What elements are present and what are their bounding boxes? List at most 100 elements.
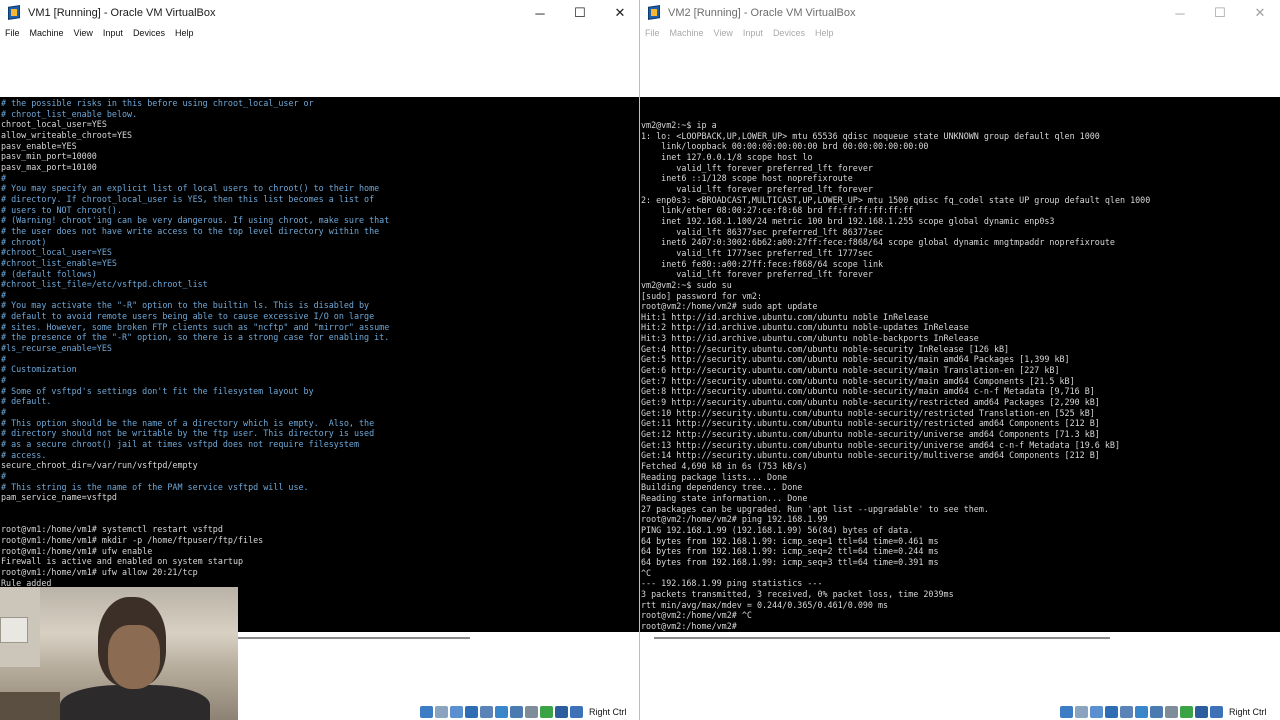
menu-help[interactable]: Help — [810, 26, 839, 40]
terminal-line: link/ether 08:00:27:ce:f8:68 brd ff:ff:f… — [641, 205, 914, 216]
hard-disk-icon[interactable] — [1060, 705, 1073, 718]
menu-devices[interactable]: Devices — [128, 26, 170, 40]
usb-icon[interactable] — [480, 705, 493, 718]
hard-disk-icon[interactable] — [420, 705, 433, 718]
terminal-line: --- 192.168.1.99 ping statistics --- — [641, 578, 823, 589]
terminal-line: valid_lft 1777sec preferred_lft 1777sec — [641, 247, 873, 258]
close-icon[interactable]: ✕ — [600, 0, 639, 26]
vm2-status-icons — [1060, 705, 1225, 718]
terminal-line: Get:6 http://security.ubuntu.com/ubuntu … — [641, 365, 1060, 376]
terminal-line: root@vm1:/home/vm1# ufw allow 20:21/tcp — [1, 566, 198, 577]
vm1-host-key[interactable]: Right Ctrl — [589, 707, 627, 717]
vm2-statusbar: Right Ctrl — [1060, 703, 1267, 720]
terminal-line: pasv_min_port=10000 — [1, 151, 97, 162]
cpu-icon[interactable] — [1180, 705, 1193, 718]
terminal-line: valid_lft forever preferred_lft forever — [641, 269, 873, 280]
vm1-horizontal-scrollbar[interactable] — [238, 637, 470, 639]
terminal-line: #chroot_list_file=/etc/vsftpd.chroot_lis… — [1, 279, 208, 290]
terminal-line: # — [1, 470, 7, 481]
terminal-line: # the user does not have write access to… — [1, 225, 380, 236]
terminal-line: # This string is the name of the PAM ser… — [1, 481, 309, 492]
terminal-line: # chroot_list_enable below. — [1, 108, 138, 119]
vm1-title: VM1 [Running] - Oracle VM VirtualBox — [28, 7, 216, 19]
optical-drive-icon[interactable] — [1075, 705, 1088, 718]
vm2-horizontal-scrollbar[interactable] — [654, 637, 1110, 639]
terminal-line: Get:12 http://security.ubuntu.com/ubuntu… — [641, 429, 1100, 440]
webcam-overlay — [0, 587, 238, 720]
terminal-line: PING 192.168.1.99 (192.168.1.99) 56(84) … — [641, 524, 914, 535]
menu-machine[interactable]: Machine — [25, 26, 69, 40]
vm1-statusbar: Right Ctrl — [420, 703, 627, 720]
terminal-line: inet 127.0.0.1/8 scope host lo — [641, 151, 813, 162]
vm2-terminal-output: vm2@vm2:~$ ip a 1: lo: <LOOPBACK,UP,LOWER… — [641, 120, 1150, 632]
vm2-host-key[interactable]: Right Ctrl — [1229, 707, 1267, 717]
menu-file[interactable]: File — [640, 26, 665, 40]
maximize-icon[interactable]: ☐ — [1200, 0, 1240, 26]
mouse-integration-icon[interactable] — [555, 705, 568, 718]
terminal-line: root@vm1:/home/vm1# ufw enable — [1, 545, 153, 556]
audio-icon[interactable] — [450, 705, 463, 718]
terminal-line: inet 192.168.1.100/24 metric 100 brd 192… — [641, 215, 1055, 226]
terminal-line: secure_chroot_dir=/var/run/vsftpd/empty — [1, 460, 198, 471]
shared-folders-icon[interactable] — [1135, 705, 1148, 718]
terminal-line: # users to NOT chroot(). — [1, 204, 123, 215]
terminal-line: Get:8 http://security.ubuntu.com/ubuntu … — [641, 386, 1095, 397]
cpu-icon[interactable] — [540, 705, 553, 718]
terminal-line: # default. — [1, 396, 52, 407]
terminal-line: #ls_recurse_enable=YES — [1, 343, 112, 354]
keyboard-icon[interactable] — [1210, 705, 1223, 718]
terminal-line: link/loopback 00:00:00:00:00:00 brd 00:0… — [641, 141, 929, 152]
terminal-line: chroot_local_user=YES — [1, 119, 107, 130]
mouse-integration-icon[interactable] — [1195, 705, 1208, 718]
vm2-menubar: File Machine View Input Devices Help — [640, 26, 838, 40]
shared-folders-icon[interactable] — [495, 705, 508, 718]
menu-help[interactable]: Help — [170, 26, 199, 40]
menu-file[interactable]: File — [0, 26, 25, 40]
terminal-line: # You may specify an explicit list of lo… — [1, 183, 380, 194]
display-icon[interactable] — [510, 705, 523, 718]
terminal-line: # Some of vsftpd's settings don't fit th… — [1, 385, 314, 396]
network-icon[interactable] — [465, 705, 478, 718]
terminal-line: # (Warning! chroot'ing can be very dange… — [1, 215, 390, 226]
menu-machine[interactable]: Machine — [665, 26, 709, 40]
vm1-terminal[interactable]: # the possible risks in this before usin… — [0, 97, 639, 632]
menu-input[interactable]: Input — [98, 26, 128, 40]
terminal-line: # — [1, 289, 7, 300]
terminal-line: # the possible risks in this before usin… — [1, 98, 314, 108]
air-conditioner — [0, 617, 28, 643]
maximize-icon[interactable]: ☐ — [560, 0, 600, 26]
menu-devices[interactable]: Devices — [768, 26, 810, 40]
terminal-line: root@vm2:/home/vm2# sudo apt update — [641, 301, 818, 312]
terminal-line: # the presence of the "-R" option, so th… — [1, 332, 390, 343]
keyboard-icon[interactable] — [570, 705, 583, 718]
minimize-icon[interactable]: ─ — [1160, 0, 1200, 26]
terminal-line: Fetched 4,690 kB in 6s (753 kB/s) — [641, 461, 808, 471]
display-icon[interactable] — [1150, 705, 1163, 718]
terminal-line: Get:7 http://security.ubuntu.com/ubuntu … — [641, 375, 1075, 386]
terminal-line: 27 packages can be upgraded. Run 'apt li… — [641, 503, 989, 514]
menu-view[interactable]: View — [69, 26, 98, 40]
vm1-status-icons — [420, 705, 585, 718]
usb-icon[interactable] — [1120, 705, 1133, 718]
optical-drive-icon[interactable] — [435, 705, 448, 718]
network-icon[interactable] — [1105, 705, 1118, 718]
terminal-line: # — [1, 375, 7, 386]
minimize-icon[interactable]: ─ — [520, 0, 560, 26]
vm2-terminal[interactable]: vm2@vm2:~$ ip a 1: lo: <LOOPBACK,UP,LOWER… — [640, 97, 1280, 632]
terminal-line: [sudo] password for vm2: — [641, 290, 763, 301]
terminal-line: 2: enp0s3: <BROADCAST,MULTICAST,UP,LOWER… — [641, 194, 1151, 205]
terminal-line: # — [1, 407, 7, 418]
terminal-line: inet6 2407:0:3002:6b62:a00:27ff:fece:f86… — [641, 237, 1115, 248]
terminal-line: vm2@vm2:~$ sudo su — [641, 279, 732, 290]
terminal-line: # chroot) — [1, 236, 47, 247]
menu-view[interactable]: View — [709, 26, 738, 40]
audio-icon[interactable] — [1090, 705, 1103, 718]
terminal-line: # directory should not be writable by th… — [1, 428, 375, 439]
menu-input[interactable]: Input — [738, 26, 768, 40]
recording-icon[interactable] — [525, 705, 538, 718]
terminal-line: Building dependency tree... Done — [641, 482, 803, 493]
terminal-line: pasv_enable=YES — [1, 140, 77, 151]
close-icon[interactable]: ✕ — [1240, 0, 1280, 26]
recording-icon[interactable] — [1165, 705, 1178, 718]
